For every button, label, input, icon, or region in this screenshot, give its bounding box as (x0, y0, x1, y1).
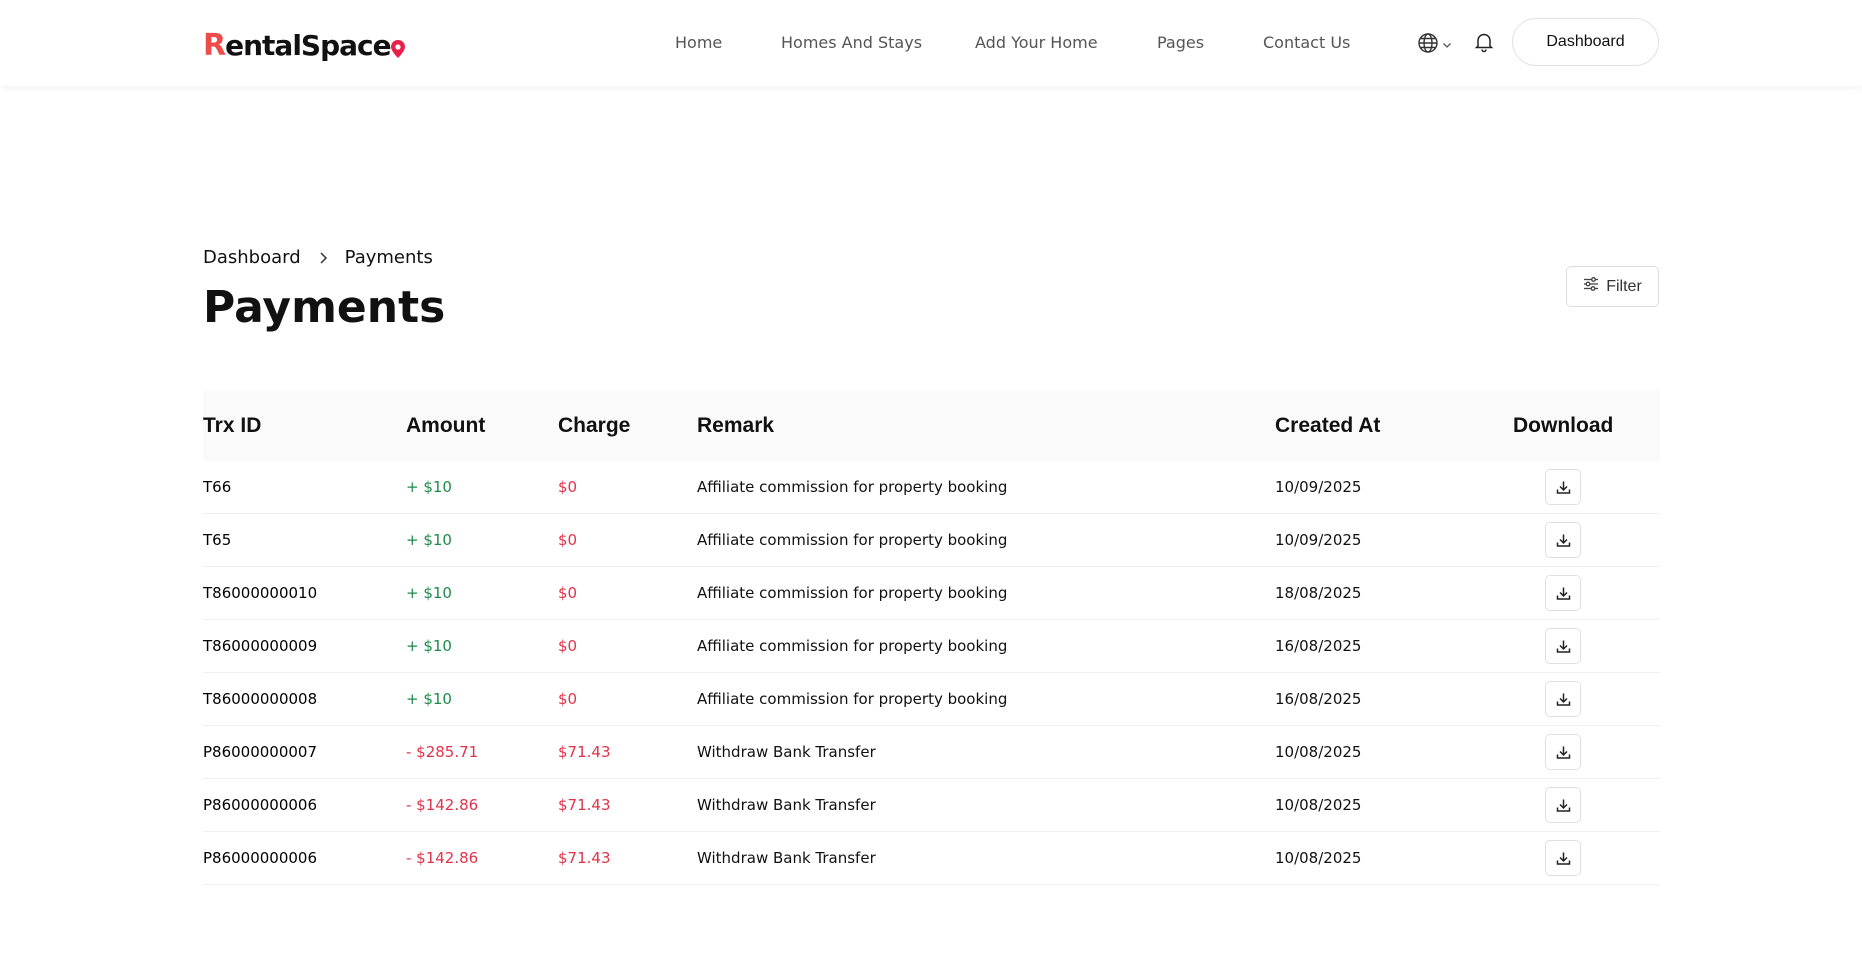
download-button[interactable] (1545, 522, 1581, 558)
created-at-cell: 16/08/2025 (1275, 637, 1362, 655)
nav-pages[interactable]: Pages (1157, 33, 1204, 52)
logo-initial: R (203, 28, 226, 63)
dashboard-button[interactable]: Dashboard (1512, 18, 1659, 66)
header-amount: Amount (406, 414, 486, 437)
nav-homes-and-stays[interactable]: Homes And Stays (781, 33, 922, 52)
table-row: T86000000009 + $10 $0 Affiliate commission … (203, 620, 1660, 673)
table-header: Trx ID Amount Charge Remark Created At D… (203, 391, 1660, 461)
created-at-cell: 10/09/2025 (1275, 531, 1362, 549)
charge-cell: $0 (558, 637, 578, 655)
download-button[interactable] (1545, 840, 1581, 876)
charge-cell: $0 (558, 478, 578, 496)
download-button[interactable] (1545, 681, 1581, 717)
table-body: T66 + $10 $0 Affiliate commission for prope… (203, 461, 1660, 885)
remark-cell: Withdraw Bank Transfer (697, 796, 876, 814)
download-icon (1556, 639, 1571, 654)
breadcrumb: Dashboard Payments (203, 247, 433, 268)
download-icon (1556, 692, 1571, 707)
trx-id-cell: T66 (203, 478, 232, 496)
charge-cell: $71.43 (558, 849, 611, 867)
filter-sliders-icon (1583, 276, 1599, 297)
charge-cell: $71.43 (558, 796, 611, 814)
header-trx-id: Trx ID (203, 414, 262, 437)
trx-id-cell: P86000000006 (203, 849, 318, 867)
download-icon (1556, 480, 1571, 495)
header-download: Download (1513, 414, 1614, 437)
rentalspace-logo[interactable]: RentalSpac e (203, 22, 405, 64)
download-icon (1556, 851, 1571, 866)
charge-cell: $0 (558, 531, 578, 549)
remark-cell: Affiliate commission for property bookin… (697, 637, 1008, 655)
remark-cell: Withdraw Bank Transfer (697, 849, 876, 867)
remark-cell: Affiliate commission for property bookin… (697, 690, 1008, 708)
created-at-cell: 10/08/2025 (1275, 796, 1362, 814)
amount-cell: + $10 (406, 637, 452, 655)
charge-cell: $0 (558, 690, 578, 708)
nav-contact-us[interactable]: Contact Us (1263, 33, 1350, 52)
breadcrumb-dashboard[interactable]: Dashboard (203, 247, 301, 268)
location-pin-icon (390, 40, 405, 62)
remark-cell: Affiliate commission for property bookin… (697, 531, 1008, 549)
download-icon (1556, 745, 1571, 760)
download-button[interactable] (1545, 787, 1581, 823)
bell-icon[interactable] (1473, 31, 1495, 57)
download-button[interactable] (1545, 469, 1581, 505)
header-charge: Charge (558, 414, 631, 437)
charge-cell: $0 (558, 584, 578, 602)
payments-table: Trx ID Amount Charge Remark Created At D… (203, 391, 1660, 885)
remark-cell: Affiliate commission for property bookin… (697, 478, 1008, 496)
trx-id-cell: T86000000009 (203, 637, 318, 655)
charge-cell: $71.43 (558, 743, 611, 761)
table-row: T65 + $10 $0 Affiliate commission for prope… (203, 514, 1660, 567)
logo-tail: e (372, 29, 392, 62)
download-button[interactable] (1545, 628, 1581, 664)
globe-icon (1417, 32, 1439, 58)
trx-id-cell: P86000000007 (203, 743, 318, 761)
trx-id-cell: T86000000010 (203, 584, 318, 602)
amount-cell: + $10 (406, 690, 452, 708)
trx-id-cell: T86000000008 (203, 690, 318, 708)
download-icon (1556, 798, 1571, 813)
created-at-cell: 10/09/2025 (1275, 478, 1362, 496)
chevron-down-icon (1441, 36, 1453, 55)
download-icon (1556, 586, 1571, 601)
amount-cell: - $142.86 (406, 796, 479, 814)
trx-id-cell: T65 (203, 531, 232, 549)
page-title: Payments (203, 282, 446, 333)
download-button[interactable] (1545, 575, 1581, 611)
nav-add-your-home[interactable]: Add Your Home (975, 33, 1098, 52)
filter-label: Filter (1606, 277, 1642, 295)
download-button[interactable] (1545, 734, 1581, 770)
created-at-cell: 10/08/2025 (1275, 743, 1362, 761)
amount-cell: + $10 (406, 584, 452, 602)
table-row: T66 + $10 $0 Affiliate commission for prope… (203, 461, 1660, 514)
amount-cell: - $142.86 (406, 849, 479, 867)
table-row: T86000000010 + $10 $0 Affiliate commission … (203, 567, 1660, 620)
table-row: P86000000006 - $142.86 $71.43 Withdraw Bank… (203, 779, 1660, 832)
filter-button[interactable]: Filter (1566, 266, 1659, 307)
download-icon (1556, 533, 1571, 548)
amount-cell: + $10 (406, 531, 452, 549)
remark-cell: Affiliate commission for property bookin… (697, 584, 1008, 602)
breadcrumb-payments: Payments (344, 247, 433, 268)
table-row: T86000000008 + $10 $0 Affiliate commission … (203, 673, 1660, 726)
header-created-at: Created At (1275, 414, 1381, 437)
chevron-right-icon (317, 251, 329, 265)
amount-cell: - $285.71 (406, 743, 479, 761)
created-at-cell: 16/08/2025 (1275, 690, 1362, 708)
language-selector[interactable] (1417, 32, 1453, 58)
created-at-cell: 18/08/2025 (1275, 584, 1362, 602)
top-navbar: RentalSpac e Home Homes And Stays Add You… (0, 0, 1862, 86)
header-remark: Remark (697, 414, 775, 437)
trx-id-cell: P86000000006 (203, 796, 318, 814)
created-at-cell: 10/08/2025 (1275, 849, 1362, 867)
amount-cell: + $10 (406, 478, 452, 496)
table-row: P86000000007 - $285.71 $71.43 Withdraw Bank… (203, 726, 1660, 779)
logo-text: entalSpac (225, 29, 374, 62)
nav-home[interactable]: Home (675, 33, 722, 52)
table-row: P86000000006 - $142.86 $71.43 Withdraw Bank… (203, 832, 1660, 885)
remark-cell: Withdraw Bank Transfer (697, 743, 876, 761)
